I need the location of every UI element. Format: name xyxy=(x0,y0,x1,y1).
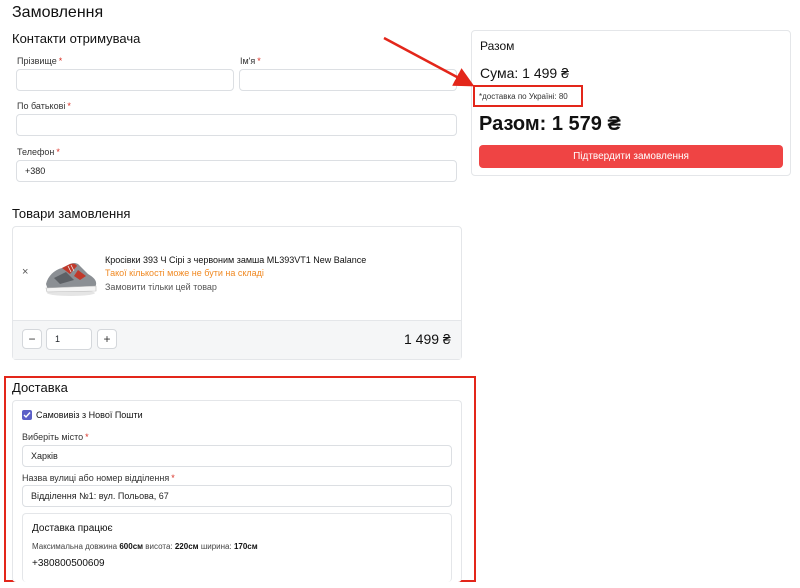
phone-input[interactable]: +380 xyxy=(16,160,457,182)
delivery-title: Доставка xyxy=(12,380,68,395)
phone-label: Телефон * xyxy=(17,147,60,157)
confirm-order-button[interactable]: Підтвердити замовлення xyxy=(479,145,783,168)
sum-line: Сума: 1 499 ₴ xyxy=(480,65,569,81)
dims-length: 600см xyxy=(119,542,144,551)
pickup-checkbox[interactable] xyxy=(22,410,32,420)
total-line: Разом: 1 579 ₴ xyxy=(479,113,621,135)
dims-width: 170см xyxy=(233,542,258,551)
dims-height-label: висота: xyxy=(145,542,173,551)
name-label: Ім'я * xyxy=(240,56,261,66)
product-name[interactable]: Кросівки 393 Ч Сірі з червоним замша ML3… xyxy=(105,255,366,265)
city-input[interactable]: Харків xyxy=(22,445,452,467)
product-image xyxy=(45,262,97,296)
patronymic-label: По батькові * xyxy=(17,101,71,111)
surname-label-text: Прізвище xyxy=(17,56,57,66)
contacts-title: Контакти отримувача xyxy=(12,31,141,46)
patronymic-label-text: По батькові xyxy=(17,101,66,111)
summary-title: Разом xyxy=(480,39,515,53)
check-icon xyxy=(23,412,31,419)
dims-height: 220см xyxy=(174,542,199,551)
required-mark: * xyxy=(171,473,175,483)
phone-label-text: Телефон xyxy=(17,147,55,157)
delivery-phone: +380800500609 xyxy=(32,558,105,569)
branch-label: Назва вулиці або номер відділення * xyxy=(22,473,175,483)
pickup-label[interactable]: Самовивіз з Нової Пошти xyxy=(36,410,143,420)
required-mark: * xyxy=(56,147,60,157)
remove-item-icon[interactable]: × xyxy=(22,266,28,278)
dims-prefix: Максимальна довжина xyxy=(32,542,118,551)
city-label: Виберіть місто * xyxy=(22,432,89,442)
decrease-quantity-button[interactable]: − xyxy=(22,329,42,349)
increase-quantity-button[interactable]: + xyxy=(97,329,117,349)
quantity-input[interactable]: 1 xyxy=(46,328,92,350)
branch-label-text: Назва вулиці або номер відділення xyxy=(22,473,170,483)
annotation-arrow xyxy=(383,36,475,87)
name-label-text: Ім'я xyxy=(240,56,256,66)
order-only-this-link[interactable]: Замовити тільки цей товар xyxy=(105,282,217,292)
required-mark: * xyxy=(58,56,63,66)
items-title: Товари замовлення xyxy=(12,206,131,221)
dims-width-label: ширина: xyxy=(200,542,232,551)
page-title: Замовлення xyxy=(12,4,104,21)
surname-input[interactable] xyxy=(16,69,234,91)
patronymic-input[interactable] xyxy=(16,114,457,136)
required-mark: * xyxy=(85,432,89,442)
delivery-dimensions: Максимальна довжина 600см висота: 220см … xyxy=(32,542,258,551)
item-price: 1 499 ₴ xyxy=(404,331,451,347)
required-mark: * xyxy=(67,101,71,111)
annotation-box-delivery-cost xyxy=(473,85,583,107)
delivery-works-title: Доставка працює xyxy=(32,523,113,534)
city-label-text: Виберіть місто xyxy=(22,432,84,442)
stock-warning: Такої кількості може не бути на складі xyxy=(105,268,264,278)
required-mark: * xyxy=(257,56,261,66)
surname-label: Прізвище * xyxy=(17,56,62,66)
branch-input[interactable]: Відділення №1: вул. Польова, 67 xyxy=(22,485,452,507)
